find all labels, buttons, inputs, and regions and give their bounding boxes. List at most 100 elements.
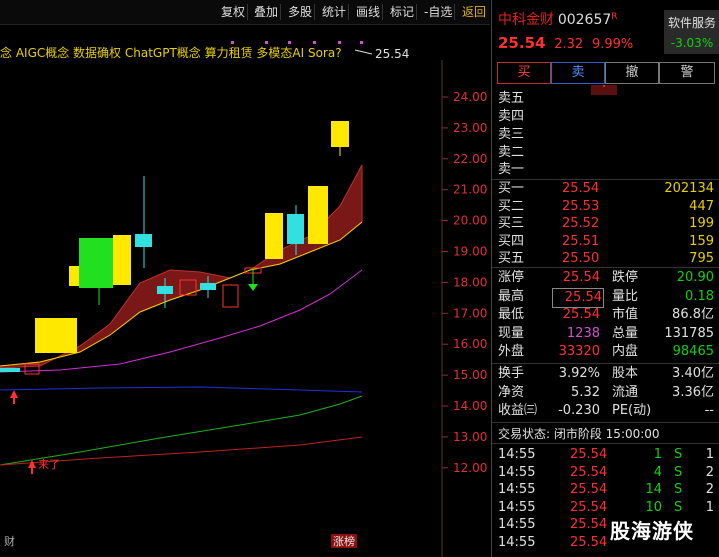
stat-label: 内盘 xyxy=(612,344,639,360)
price-change-pct: 9.99% xyxy=(591,37,634,52)
bid-volume: 447 xyxy=(689,198,714,214)
stat-label: 最高 xyxy=(498,288,525,304)
bid-price: 25.50 xyxy=(562,251,600,266)
price-line: 25.54 2.32 9.99% xyxy=(498,34,633,52)
toolbar-mark-button[interactable]: 标记 xyxy=(388,4,418,20)
stat-value: 1238 xyxy=(566,325,600,341)
quote-panel: 中科金财 002657R 软件服务 -3.03% 25.54 2.32 9.99… xyxy=(491,0,719,557)
stat-label: 总量 xyxy=(612,325,639,341)
stat-value: 25.54 xyxy=(562,307,600,323)
divider xyxy=(492,443,719,444)
tick-time: 14:55 xyxy=(498,447,536,462)
toolbar-draw-line-button[interactable]: 画线 xyxy=(354,4,384,20)
tick-side: S xyxy=(674,499,683,515)
top-marker xyxy=(313,41,316,44)
candle xyxy=(200,283,216,290)
ask-1-label: 卖一 xyxy=(498,162,525,177)
price-tick-label: 23.00 xyxy=(453,121,487,135)
top-marker xyxy=(231,41,234,44)
stat-value: -- xyxy=(704,403,714,419)
last-price-arrow xyxy=(354,49,373,55)
candle xyxy=(0,368,20,372)
toolbar-watchlist-button[interactable]: -自选 xyxy=(422,4,456,20)
tick-time: 14:55 xyxy=(498,534,536,550)
buy-signal-label: 来了 xyxy=(38,458,60,471)
divider xyxy=(492,363,719,364)
bid-price: 25.53 xyxy=(562,198,600,214)
stat-value: 25.54 xyxy=(552,287,604,308)
tick-volume: 4 xyxy=(653,464,662,480)
top-marker xyxy=(338,41,341,44)
stat-value: 0.18 xyxy=(685,288,714,304)
candle xyxy=(157,286,173,294)
ask-3-label: 卖三 xyxy=(498,127,525,142)
alert-button[interactable]: 警 xyxy=(659,62,715,84)
stat-label: 量比 xyxy=(612,288,639,304)
divider xyxy=(492,267,719,268)
price-tick-label: 15.00 xyxy=(453,368,487,382)
tick-price: 25.54 xyxy=(570,534,608,550)
price-tick-label: 21.00 xyxy=(453,183,487,197)
sector-change: -3.03% xyxy=(670,36,714,50)
candle xyxy=(79,238,113,288)
price-tick-label: 19.00 xyxy=(453,245,487,259)
bid-volume: 202134 xyxy=(664,181,714,196)
cancel-order-button[interactable]: 撤 xyxy=(605,62,659,84)
tick-price: 25.54 xyxy=(570,447,608,462)
stat-value: 25.54 xyxy=(562,270,600,285)
stat-label: PE(动) xyxy=(612,403,652,419)
bid-volume: 795 xyxy=(689,251,714,266)
toolbar-stats-button[interactable]: 统计 xyxy=(320,4,350,20)
ma-green-line xyxy=(0,395,363,466)
candle xyxy=(331,121,349,147)
bid-label: 买四 xyxy=(498,233,525,249)
toolbar-fuquan-button[interactable]: 复权 xyxy=(219,4,249,20)
collapse-handle[interactable]: ˅ xyxy=(591,85,617,95)
toolbar-overlay-button[interactable]: 叠加 xyxy=(252,4,282,20)
tick-count: 2 xyxy=(705,482,714,497)
chart-toolbar: 复权 叠加 多股 统计 画线 标记 -自选 返回 xyxy=(0,0,490,25)
watermark: 股海游侠 xyxy=(610,519,694,543)
price-tick-label: 22.00 xyxy=(453,152,487,166)
price-tick-label: 18.00 xyxy=(453,275,487,289)
stat-label: 涨停 xyxy=(498,270,525,285)
toolbar-multi-stock-button[interactable]: 多股 xyxy=(286,4,316,20)
bid-label: 买五 xyxy=(498,251,525,266)
toolbar-back-button[interactable]: 返回 xyxy=(460,4,488,20)
price-tick-label: 20.00 xyxy=(453,214,487,228)
bid-label: 买二 xyxy=(498,198,525,214)
tick-count: 1 xyxy=(705,447,714,462)
tick-price: 25.54 xyxy=(570,464,608,480)
stat-value: 5.32 xyxy=(571,384,600,400)
tick-time: 14:55 xyxy=(498,482,536,497)
buy-button[interactable]: 买 xyxy=(497,62,551,84)
bid-price: 25.51 xyxy=(562,233,600,249)
top-markers xyxy=(231,41,363,44)
tick-time: 14:55 xyxy=(498,517,536,532)
bid-price: 25.52 xyxy=(562,216,600,231)
kline-chart[interactable]: 24.00 23.00 22.00 21.00 20.00 19.00 18.00 17.00… xyxy=(0,24,490,557)
price-tick-label: 24.00 xyxy=(453,90,487,104)
stat-value: 86.8亿 xyxy=(672,307,714,323)
price-tick-label: 14.00 xyxy=(453,399,487,413)
sector-box[interactable]: 软件服务 -3.03% xyxy=(664,10,719,54)
stat-label: 市值 xyxy=(612,307,639,323)
sector-name: 软件服务 xyxy=(667,16,716,30)
chevron-down-icon: ˅ xyxy=(601,85,607,95)
divider xyxy=(492,422,719,423)
candle xyxy=(265,213,283,259)
sell-button[interactable]: 卖 xyxy=(551,62,605,84)
stat-label: 换手 xyxy=(498,366,525,381)
stat-label: 收益㈢ xyxy=(498,403,538,419)
tick-side: S xyxy=(674,464,683,480)
bid-label: 买一 xyxy=(498,181,525,196)
r-mark: R xyxy=(611,12,618,22)
ask-5-label: 卖五 xyxy=(498,91,525,106)
stat-label: 流通 xyxy=(612,384,639,400)
trade-status: 交易状态: 闭市阶段 15:00:00 xyxy=(498,427,660,441)
stat-value: 20.90 xyxy=(676,270,714,285)
tick-volume: 10 xyxy=(645,499,662,515)
price-tick-label: 12.00 xyxy=(453,461,487,475)
last-price-label: 25.54 xyxy=(375,47,409,61)
current-price: 25.54 xyxy=(498,34,546,52)
